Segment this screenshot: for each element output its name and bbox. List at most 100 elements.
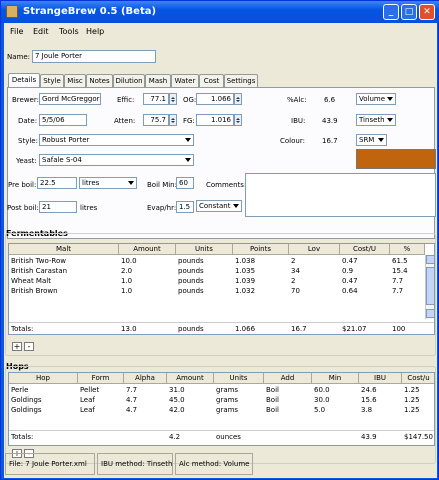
tab-notes[interactable]: Notes [86,74,113,87]
alc-value: 6.6 [324,96,336,104]
close-button[interactable]: ✕ [419,4,435,20]
column-header[interactable]: % [390,244,425,255]
column-header[interactable]: Units [214,373,264,384]
table-cell: 15.4 [392,267,408,275]
column-header[interactable]: Cost/u [402,373,434,384]
table-cell: Boil [266,406,279,414]
totals-cell: $21.07 [342,325,367,333]
tab-details[interactable]: Details [8,73,40,87]
totals-cell: Totals: [11,433,34,441]
fg-spinner[interactable] [234,114,242,126]
add-fermentable-button[interactable]: + [12,342,22,351]
tab-style[interactable]: Style [40,74,64,87]
style-select[interactable]: Robust Porter [39,134,194,146]
remove-fermentable-button[interactable]: - [24,342,34,351]
column-header[interactable]: Cost/U [340,244,390,255]
comments-label: Comments: [206,181,247,189]
table-cell: 3.8 [361,406,373,414]
table-row[interactable]: Perle Pellet 7.7 31.0 grams Boil 60.0 24.6 1.25 [9,385,434,395]
og-spinner[interactable] [234,93,242,105]
table-row[interactable]: Goldings Leaf 4.7 45.0 grams Boil 30.0 15.6 1.25 [9,395,434,405]
table-row[interactable]: British Brown 1.0 pounds 1.032 70 0.64 7.7 [9,286,425,296]
postboil-field[interactable]: 21 [39,201,77,213]
column-header[interactable]: Lov [289,244,340,255]
preboil-unit-select[interactable]: litres [79,177,137,189]
tab-misc[interactable]: Misc [64,74,86,87]
column-header[interactable]: Alpha [124,373,167,384]
tab-water[interactable]: Water [171,74,199,87]
menu-edit[interactable]: Edit [33,27,49,36]
yeast-label: Yeast: [16,157,37,165]
table-row[interactable]: Wheat Malt 1.0 pounds 1.039 2 0.47 7.7 [9,276,425,286]
column-header[interactable]: Min [312,373,359,384]
boilmin-field[interactable]: 60 [176,177,194,189]
table-cell: 7.7 [392,287,404,295]
scroll-thumb[interactable] [426,267,434,305]
maximize-button[interactable]: □ [401,4,417,20]
table-row[interactable]: British Two-Row 10.0 pounds 1.038 2 0.47 61.5 [9,256,425,266]
scroll-up-button[interactable] [426,255,434,264]
column-header[interactable]: Amount [167,373,214,384]
chevron-down-icon [183,155,193,165]
ibu-label: IBU: [291,117,306,125]
column-header[interactable]: Units [176,244,233,255]
scroll-down-button[interactable] [426,309,434,318]
table-cell: 1.25 [404,396,420,404]
tab-cost[interactable]: Cost [199,74,224,87]
totals-cell: 100 [392,325,406,333]
table-cell: British Carastan [11,267,68,275]
colour-method-value: SRM [359,136,375,144]
effic-spinner[interactable] [169,93,177,105]
minimize-button[interactable]: _ [383,4,399,20]
chevron-down-icon [183,135,193,145]
table-cell: 5.0 [314,406,326,414]
og-label: OG: [183,96,197,104]
colour-method-select[interactable]: SRM [356,134,387,146]
evap-method-select[interactable]: Constant [196,200,242,212]
tab-settings[interactable]: Settings [224,74,258,87]
menu-help[interactable]: Help [86,27,104,36]
table-cell: Leaf [80,396,95,404]
table-cell: 60.0 [314,386,330,394]
vertical-scrollbar[interactable] [425,255,434,319]
table-cell: 0.64 [342,287,358,295]
chevron-down-icon [376,135,386,145]
table-cell: 1.035 [235,267,256,275]
ibu-value: 43.9 [322,117,338,125]
alc-method-select[interactable]: Volume [356,93,396,105]
effic-field[interactable]: 77.1 [143,93,169,105]
tab-mash[interactable]: Mash [145,74,171,87]
alc-label: %Alc: [287,96,307,104]
table-row[interactable]: Goldings Leaf 4.7 42.0 grams Boil 5.0 3.8 1.25 [9,405,434,415]
preboil-field[interactable]: 22.5 [37,177,77,189]
comments-field[interactable] [245,173,436,217]
column-header[interactable]: Amount [119,244,176,255]
evap-field[interactable]: 1.5 [176,201,194,213]
column-header[interactable]: Hop [9,373,78,384]
menu-file[interactable]: File [10,27,23,36]
column-header[interactable]: Add [264,373,312,384]
yeast-select[interactable]: Safale S-04 [39,154,194,166]
atten-field[interactable]: 75.7 [143,114,169,126]
column-header[interactable]: IBU [359,373,402,384]
table-cell: 15.6 [361,396,377,404]
date-field[interactable]: 5/5/06 [39,114,87,126]
postboil-label: Post boil: [7,204,39,212]
menu-tools[interactable]: Tools [59,27,79,36]
ibu-method-select[interactable]: Tinseth [356,114,396,126]
og-field[interactable]: 1.066 [196,93,234,105]
column-header[interactable]: Form [78,373,124,384]
column-header[interactable]: Malt [9,244,119,255]
colour-value: 16.7 [322,137,338,145]
status-file: File: 7 Joule Porter.xml [5,453,95,475]
name-field[interactable]: 7 Joule Porter [32,50,156,63]
table-cell: British Two-Row [11,257,66,265]
fg-field[interactable]: 1.016 [196,114,234,126]
atten-spinner[interactable] [169,114,177,126]
brewer-field[interactable]: Gord McGreggor [39,93,101,105]
totals-cell: pounds [178,325,204,333]
table-cell: Wheat Malt [11,277,51,285]
tab-dilution[interactable]: Dilution [113,74,145,87]
column-header[interactable]: Points [233,244,289,255]
table-row[interactable]: British Carastan 2.0 pounds 1.035 34 0.9 15.4 [9,266,425,276]
